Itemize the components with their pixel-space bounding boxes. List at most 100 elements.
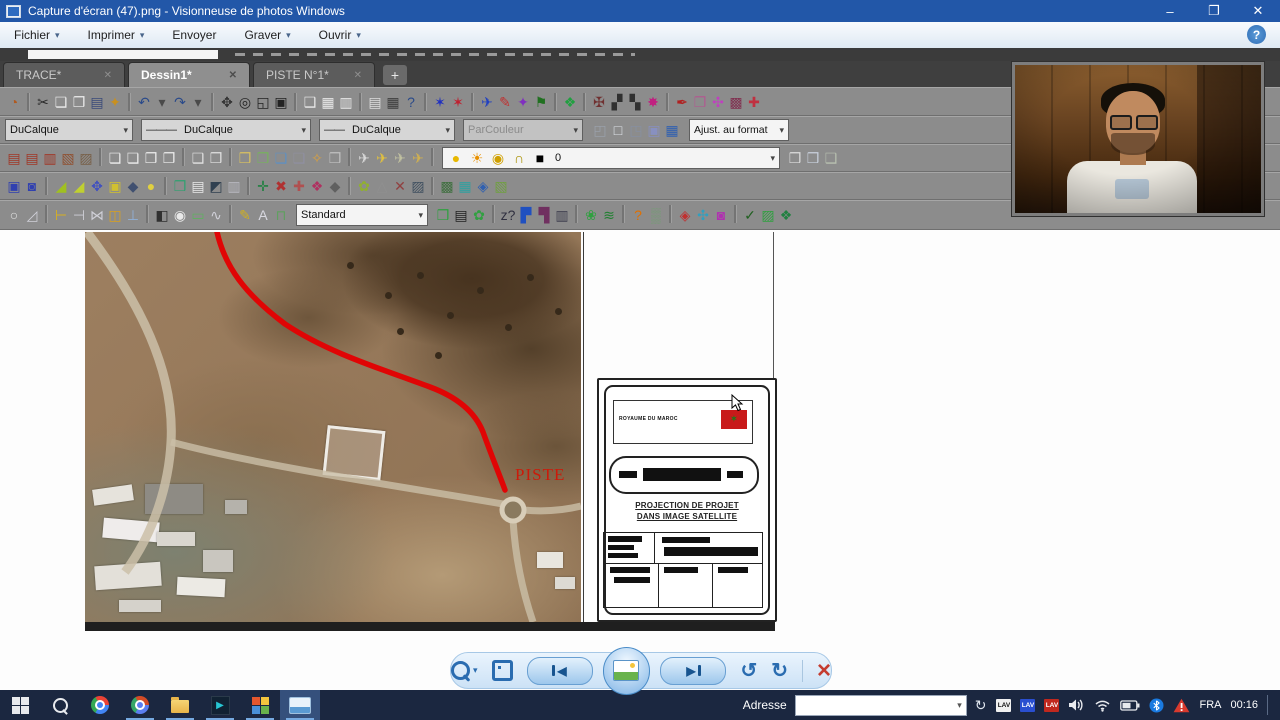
bluetooth-icon[interactable]	[1149, 698, 1164, 713]
close-button[interactable]: ✕	[1236, 0, 1280, 22]
toolbar-icon[interactable]: □	[609, 120, 627, 140]
language-indicator[interactable]: FRA	[1199, 699, 1221, 711]
toolbar-icon[interactable]: ✣	[709, 92, 727, 112]
toolbar-icon[interactable]: ❐	[142, 148, 160, 168]
toolbar-icon[interactable]: ▦	[663, 120, 681, 140]
show-desktop-edge[interactable]	[1267, 695, 1268, 715]
toolbar-icon[interactable]: ✈	[373, 148, 391, 168]
toolbar-icon[interactable]: ▩	[438, 176, 456, 196]
toolbar-icon[interactable]: ❀	[582, 205, 600, 225]
toolbar-icon[interactable]: ▤	[88, 92, 106, 112]
toolbar-icon[interactable]: ◱	[254, 92, 272, 112]
lav-blue-icon[interactable]: LAV	[1020, 698, 1036, 712]
toolbar-icon[interactable]: ❒	[207, 148, 225, 168]
toolbar-icon[interactable]: ◿	[23, 205, 41, 225]
toolbar-icon[interactable]: ✒	[673, 92, 691, 112]
taskbar-chrome-1[interactable]	[80, 690, 120, 720]
toolbar-icon[interactable]: ⚑	[532, 92, 550, 112]
toolbar-icon[interactable]: z?	[499, 205, 517, 225]
toolbar-icon[interactable]: ✚	[290, 176, 308, 196]
toolbar-icon[interactable]: ◆	[326, 176, 344, 196]
toolbar-icon[interactable]: ▭	[189, 205, 207, 225]
close-icon[interactable]: ✕	[229, 70, 237, 81]
toolbar-icon[interactable]: ◢	[52, 176, 70, 196]
toolbar-icon[interactable]: ▣	[5, 176, 23, 196]
toolbar-icon[interactable]: ■	[531, 148, 549, 168]
toolbar-icon[interactable]: ❒	[326, 148, 344, 168]
toolbar-icon[interactable]: ❒	[691, 92, 709, 112]
toolbar-icon[interactable]: ✓	[741, 205, 759, 225]
new-tab-button[interactable]: +	[383, 65, 407, 85]
address-input[interactable]: ▾	[794, 694, 967, 716]
toolbar-icon[interactable]: ✶	[431, 92, 449, 112]
toolbar-icon[interactable]: ▧	[492, 176, 510, 196]
taskbar-movies-app[interactable]: ▶	[200, 690, 240, 720]
rotate-cw-button[interactable]: ↻	[771, 661, 788, 681]
battery-icon[interactable]	[1120, 699, 1140, 711]
toolbar-icon[interactable]: ▦	[456, 176, 474, 196]
toolbar-icon[interactable]: ▨	[409, 176, 427, 196]
layer-dropdown[interactable]: ● ☀ ◉ ∩ ■ 0 ▾	[442, 147, 780, 169]
toolbar-icon[interactable]: ◢	[70, 176, 88, 196]
tab-dessin1[interactable]: Dessin1* ✕	[128, 62, 250, 87]
toolbar-icon[interactable]: ◈	[676, 205, 694, 225]
help-icon[interactable]: ?	[1247, 25, 1266, 44]
rotate-ccw-button[interactable]: ↺	[740, 661, 757, 681]
menu-fichier[interactable]: Fichier ▾	[0, 22, 74, 48]
toolbar-icon[interactable]: ✥	[88, 176, 106, 196]
toolbar-icon[interactable]: ⊥	[124, 205, 142, 225]
toolbar-icon[interactable]: ▦	[384, 92, 402, 112]
menu-envoyer[interactable]: Envoyer	[158, 22, 230, 48]
toolbar-icon[interactable]: ▨	[77, 148, 95, 168]
toolbar-icon[interactable]: ∿	[207, 205, 225, 225]
toolbar-icon[interactable]: ❖	[561, 92, 579, 112]
linetype-dropdown[interactable]: ——— DuCalque ▾	[141, 119, 311, 141]
toolbar-icon[interactable]: ◉	[489, 148, 507, 168]
toolbar-icon[interactable]: ✧	[308, 148, 326, 168]
toolbar-icon[interactable]: ▤	[366, 92, 384, 112]
toolbar-icon[interactable]: ◰	[591, 120, 609, 140]
toolbar-icon[interactable]: ❑	[189, 148, 207, 168]
toolbar-icon[interactable]: ▤	[452, 205, 470, 225]
toolbar-icon[interactable]: ❑	[290, 148, 308, 168]
color-dropdown[interactable]: DuCalque ▾	[5, 119, 133, 141]
toolbar-icon[interactable]: ◉	[171, 205, 189, 225]
tab-trace[interactable]: TRACE* ✕	[3, 62, 125, 87]
toolbar-icon[interactable]: ◔	[5, 92, 23, 112]
toolbar-icon[interactable]: ✦	[514, 92, 532, 112]
restore-button[interactable]: ❐	[1192, 0, 1236, 22]
toolbar-icon[interactable]: ▾	[153, 92, 171, 112]
refresh-icon[interactable]: ↻	[975, 697, 987, 714]
toolbar-icon[interactable]: ▧	[59, 148, 77, 168]
toolbar-icon[interactable]: ❏	[124, 148, 142, 168]
toolbar-icon[interactable]: △	[373, 176, 391, 196]
toolbar-icon[interactable]: ✶	[449, 92, 467, 112]
toolbar-icon[interactable]: ✎	[236, 205, 254, 225]
toolbar-icon[interactable]: ❖	[777, 205, 795, 225]
toolbar-icon[interactable]: ✠	[590, 92, 608, 112]
toolbar-icon[interactable]: ▩	[727, 92, 745, 112]
toolbar-icon[interactable]: ≋	[600, 205, 618, 225]
toolbar-icon[interactable]: ∩	[510, 148, 528, 168]
lineweight-dropdown[interactable]: —— DuCalque ▾	[319, 119, 455, 141]
toolbar-icon[interactable]: ▣	[106, 176, 124, 196]
toolbar-icon[interactable]: ◫	[106, 205, 124, 225]
toolbar-icon[interactable]: ↶	[135, 92, 153, 112]
previous-button[interactable]: ◀	[526, 656, 593, 685]
text-style-dropdown[interactable]: Standard ▾	[296, 204, 428, 226]
toolbar-icon[interactable]: ◧	[153, 205, 171, 225]
menu-ouvrir[interactable]: Ouvrir ▾	[305, 22, 375, 48]
toolbar-icon[interactable]: ●	[142, 176, 160, 196]
menu-imprimer[interactable]: Imprimer ▾	[74, 22, 159, 48]
toolbar-icon[interactable]: ✣	[694, 205, 712, 225]
toolbar-icon[interactable]: ▜	[535, 205, 553, 225]
taskbar-photo-viewer[interactable]	[280, 690, 320, 720]
toolbar-icon[interactable]: ❒	[171, 176, 189, 196]
toolbar-icon[interactable]: ✈	[478, 92, 496, 112]
toolbar-icon[interactable]: ▤	[23, 148, 41, 168]
toolbar-icon[interactable]: ↷	[171, 92, 189, 112]
toolbar-icon[interactable]: ▞	[608, 92, 626, 112]
toolbar-icon[interactable]: ⊣	[70, 205, 88, 225]
toolbar-icon[interactable]: ❐	[70, 92, 88, 112]
toolbar-icon[interactable]: ▾	[189, 92, 207, 112]
